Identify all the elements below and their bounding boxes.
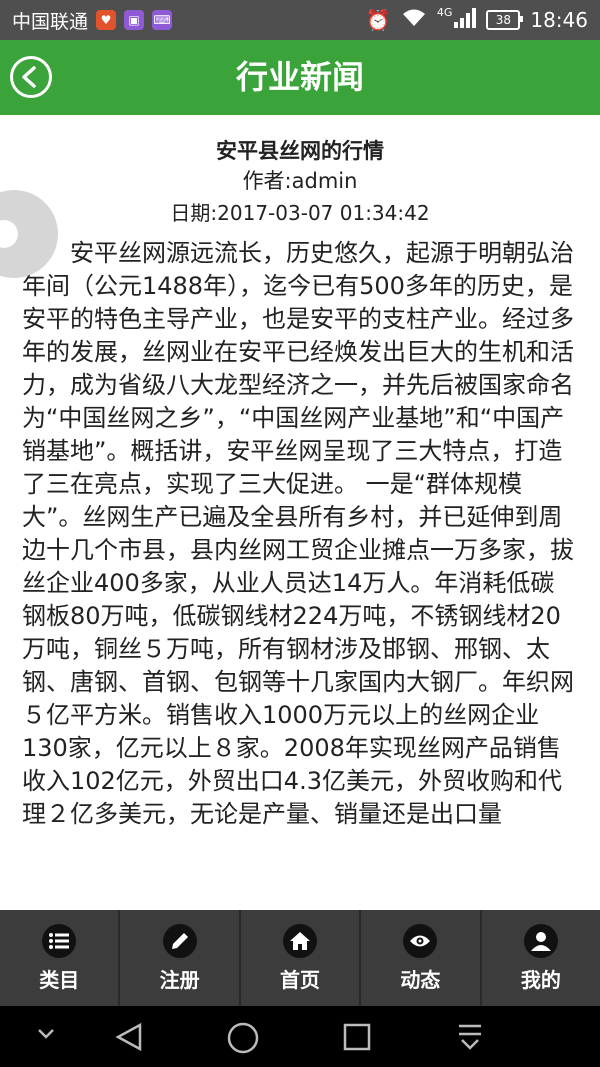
nav-label: 动态 <box>400 967 441 992</box>
battery-icon: 38 <box>486 10 524 30</box>
pencil-icon <box>162 923 197 958</box>
system-nav-bar <box>0 1006 600 1067</box>
signal-icon <box>454 7 477 33</box>
carrier-name: 中国联通 <box>12 10 89 33</box>
nav-item-activity[interactable]: 动态 <box>361 910 482 1006</box>
article-content[interactable]: 安平县丝网的行情 作者:admin 日期:2017-03-07 01:34:42… <box>0 115 600 910</box>
gallery-notification-icon: ▣ <box>124 10 145 30</box>
network-type: 4G <box>436 6 453 19</box>
alarm-icon: ⏰ <box>365 8 391 32</box>
recent-apps-icon[interactable] <box>342 1022 372 1056</box>
nav-item-home[interactable]: 首页 <box>241 910 362 1006</box>
notification-pulldown-icon[interactable] <box>456 1022 484 1056</box>
keyboard-notification-icon: ⌨ <box>152 10 173 30</box>
nav-item-mine[interactable]: 我的 <box>482 910 600 1006</box>
nav-label: 首页 <box>280 967 321 992</box>
article-body: 安平丝网源远流长，历史悠久，起源于明朝弘治年间（公元1488年），迄今已有500… <box>22 239 574 828</box>
status-bar: 中国联通 ♥ ▣ ⌨ ⏰ 4G 38 18:46 <box>0 0 600 40</box>
app-notification-icon: ♥ <box>96 10 117 30</box>
nav-label: 类目 <box>39 967 80 992</box>
user-icon <box>523 923 558 958</box>
app-header: 行业新闻 <box>0 40 600 115</box>
page-title: 行业新闻 <box>235 58 364 96</box>
bottom-nav: 类目 注册 首页 动态 我的 <box>0 910 600 1006</box>
back-triangle-icon[interactable] <box>114 1022 144 1056</box>
nav-label: 注册 <box>159 967 200 992</box>
article-author: 作者:admin <box>242 169 358 193</box>
nav-item-category[interactable]: 类目 <box>0 910 121 1006</box>
chevron-down-icon[interactable] <box>36 1026 56 1045</box>
list-icon <box>42 923 77 958</box>
home-circle-icon[interactable] <box>227 1022 259 1058</box>
article-title: 安平县丝网的行情 <box>216 139 384 163</box>
nav-item-register[interactable]: 注册 <box>120 910 241 1006</box>
article-date: 日期:2017-03-07 01:34:42 <box>170 201 430 225</box>
home-icon <box>283 923 318 958</box>
wifi-icon <box>401 8 427 33</box>
eye-icon <box>403 923 438 958</box>
nav-label: 我的 <box>520 967 561 992</box>
battery-level: 38 <box>495 13 511 27</box>
clock: 18:46 <box>530 8 588 32</box>
